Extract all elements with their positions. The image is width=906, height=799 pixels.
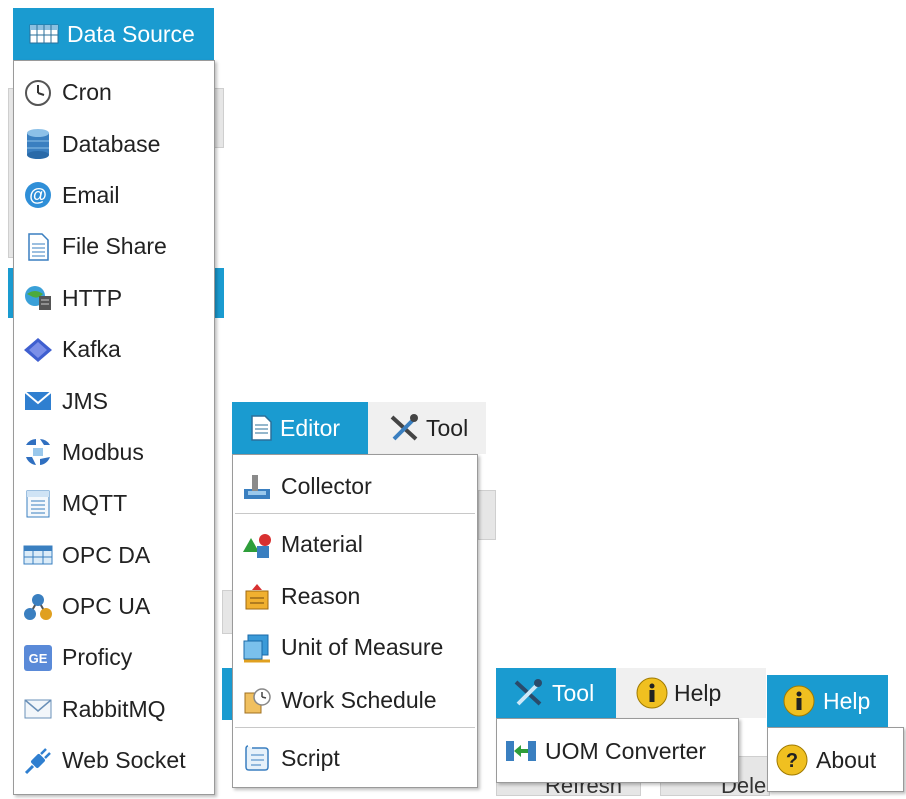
unit-of-measure-icon [241,633,273,663]
menu-separator [235,727,475,728]
menu-item-http[interactable]: HTTP [14,273,214,324]
editor-menu-header[interactable]: Editor [232,402,368,454]
background-ribbon-fragment [214,268,224,318]
menu-item-web-socket[interactable]: Web Socket [14,735,214,786]
menu-item-label: OPC UA [62,593,151,620]
data-source-menu-header[interactable]: Data Source [13,8,214,60]
data-source-header-label: Data Source [67,20,195,47]
editor-icon [250,415,272,441]
globe-server-icon [22,283,54,313]
tool-tab[interactable]: Tool [368,402,486,454]
document-icon [22,232,54,262]
menu-item-label: Proficy [62,644,133,671]
menu-item-label: UOM Converter [545,737,707,764]
envelope-icon [22,386,54,416]
menu-item-label: Email [62,181,120,208]
menu-item-label: Script [281,744,340,771]
data-source-menu: Cron Database @ Email File Share HTTP Ka… [13,60,215,795]
menu-item-label: RabbitMQ [62,695,166,722]
uom-converter-icon [505,736,537,766]
svg-text:?: ? [786,750,798,772]
menu-item-label: About [816,746,877,773]
help-menu-header[interactable]: Help [767,675,888,727]
menu-item-proficy[interactable]: GE Proficy [14,632,214,683]
editor-header-label: Editor [280,414,341,441]
background-toolbar-fragment [214,88,224,148]
help-tab[interactable]: Help [616,668,766,718]
mqtt-icon [22,489,54,519]
menu-item-label: File Share [62,233,167,260]
info-icon [636,677,668,709]
menu-item-kafka[interactable]: Kafka [14,324,214,375]
work-schedule-icon [241,685,273,715]
menu-item-label: Kafka [62,336,121,363]
menu-item-label: Web Socket [62,747,186,774]
database-icon [22,129,54,160]
editor-menu: Collector Material Reason Unit of Measur… [232,454,478,788]
mail-icon [22,694,54,724]
menu-item-database[interactable]: Database [14,118,214,169]
grid-icon [22,540,54,570]
tools-icon [388,413,420,443]
question-icon: ? [776,744,808,776]
kafka-icon [22,335,54,365]
menu-item-label: HTTP [62,284,123,311]
menu-item-unit-of-measure[interactable]: Unit of Measure [233,622,477,673]
modbus-icon [22,437,54,467]
menu-item-mqtt[interactable]: MQTT [14,478,214,529]
menu-item-jms[interactable]: JMS [14,375,214,426]
at-sign-icon: @ [22,180,54,210]
menu-item-material[interactable]: Material [233,518,477,571]
help-menu: ? About [767,727,904,792]
menu-item-script[interactable]: Script [233,732,477,784]
tool-menu: UOM Converter [496,718,739,783]
menu-item-label: JMS [62,387,108,414]
menu-item-about[interactable]: ? About [768,732,903,788]
menu-item-label: Modbus [62,438,144,465]
tool-menu-header[interactable]: Tool [496,668,616,718]
svg-text:GE: GE [29,651,48,666]
menu-item-opc-ua[interactable]: OPC UA [14,581,214,632]
help-header-label: Help [823,687,871,714]
svg-text:@: @ [29,185,47,205]
tool-header-label: Tool [552,679,595,706]
menu-item-modbus[interactable]: Modbus [14,427,214,478]
menu-item-label: OPC DA [62,541,151,568]
menu-item-label: Collector [281,472,372,499]
menu-separator [235,513,475,514]
collector-icon [241,471,273,501]
menu-item-work-schedule[interactable]: Work Schedule [233,673,477,727]
menu-item-label: Cron [62,79,112,106]
plug-icon [22,746,54,776]
menu-item-reason[interactable]: Reason [233,571,477,622]
script-icon [241,743,273,773]
menu-item-label: Work Schedule [281,686,437,713]
ge-icon: GE [22,643,54,673]
data-source-icon [29,23,59,45]
clock-icon [22,78,54,108]
menu-item-label: Reason [281,583,361,609]
tools-icon [512,678,544,708]
menu-item-uom-converter[interactable]: UOM Converter [497,723,738,779]
menu-item-file-share[interactable]: File Share [14,221,214,272]
menu-item-email[interactable]: @ Email [14,170,214,221]
menu-item-label: Material [281,531,363,557]
tool-tab-label: Tool [426,414,469,441]
material-icon [241,530,273,560]
background-editor-fragment [478,490,496,540]
info-icon [783,685,815,717]
help-tab-label: Help [674,679,722,706]
menu-item-collector[interactable]: Collector [233,459,477,513]
reason-icon [241,582,273,612]
menu-item-label: Unit of Measure [281,634,444,660]
menu-item-cron[interactable]: Cron [14,67,214,118]
menu-item-rabbitmq[interactable]: RabbitMQ [14,684,214,735]
menu-item-label: MQTT [62,490,128,517]
menu-item-opc-da[interactable]: OPC DA [14,530,214,581]
molecule-icon [22,592,54,622]
menu-item-label: Database [62,130,161,157]
